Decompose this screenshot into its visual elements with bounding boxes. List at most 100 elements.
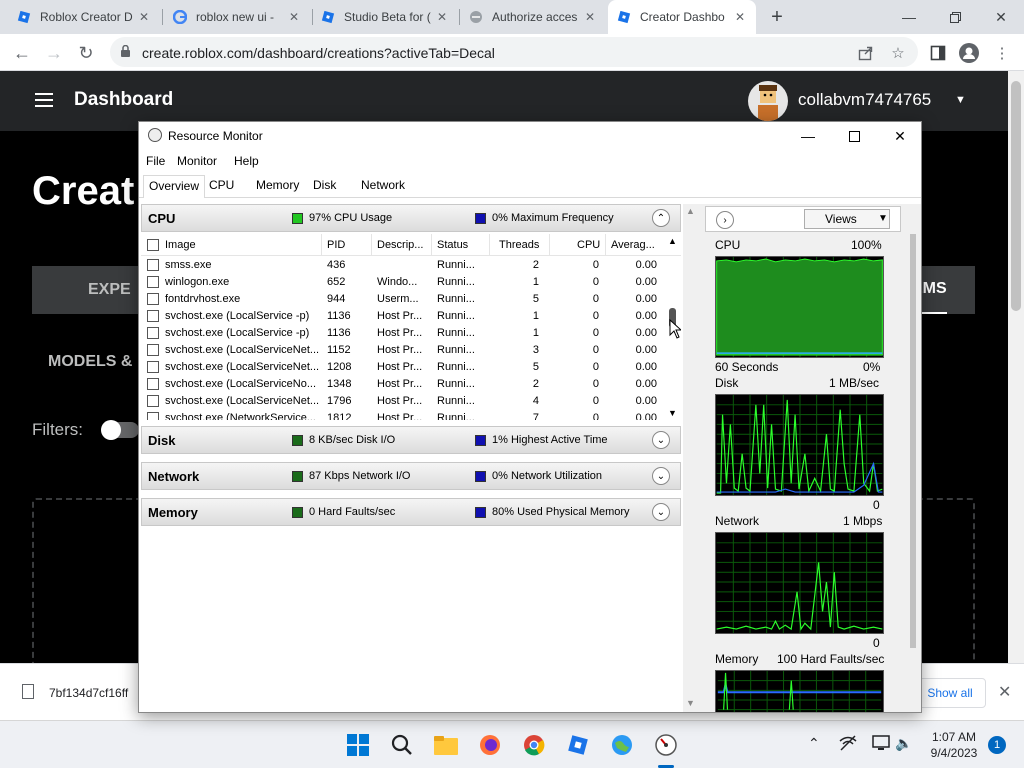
chrome-icon[interactable] xyxy=(518,729,550,761)
cpu-section-header[interactable]: CPU 97% CPU Usage 0% Maximum Frequency ⌃ xyxy=(141,204,681,232)
windows-start-icon[interactable] xyxy=(342,729,374,761)
table-row[interactable]: svchost.exe (LocalService -p) 1136 Host Pr… xyxy=(141,325,681,342)
network-section-header[interactable]: Network 87 Kbps Network I/O 0% Network U… xyxy=(141,462,681,490)
avatar[interactable] xyxy=(748,81,788,121)
scroll-down-icon[interactable]: ▼ xyxy=(686,698,695,708)
row-checkbox[interactable] xyxy=(147,327,159,339)
col-cpu[interactable]: CPU xyxy=(577,239,600,251)
resource-monitor-taskbar-icon[interactable] xyxy=(650,729,682,761)
expand-icon[interactable]: ⌄ xyxy=(652,431,670,449)
col-description[interactable]: Descrip... xyxy=(377,239,429,251)
row-checkbox[interactable] xyxy=(147,378,159,390)
filters-toggle[interactable] xyxy=(101,420,139,440)
scroll-up-icon[interactable]: ▲ xyxy=(686,206,695,216)
roblox-studio-icon[interactable] xyxy=(562,729,594,761)
tab-memory[interactable]: Memory xyxy=(256,178,299,192)
row-checkbox[interactable] xyxy=(147,293,159,305)
tab-network[interactable]: Network xyxy=(361,178,405,192)
overview-scrollbar[interactable]: ▲ ▼ xyxy=(683,204,697,712)
close-window-button[interactable]: ✕ xyxy=(978,0,1024,34)
firefox-icon[interactable] xyxy=(474,729,506,761)
menu-kebab-icon[interactable]: ⋮ xyxy=(992,43,1012,63)
dropdown-arrow-icon[interactable]: ▼ xyxy=(878,213,888,224)
restore-button[interactable] xyxy=(932,0,978,34)
search-icon[interactable] xyxy=(386,729,418,761)
side-panel-icon[interactable] xyxy=(928,43,948,63)
system-clock[interactable]: 1:07 AM 9/4/2023 xyxy=(922,729,986,761)
scroll-up-icon[interactable]: ▲ xyxy=(668,236,677,246)
table-row[interactable]: svchost.exe (LocalServiceNet... 1796 Host … xyxy=(141,393,681,410)
bookmark-star-icon[interactable]: ☆ xyxy=(888,43,908,63)
volume-icon[interactable]: 🔈 xyxy=(895,735,912,752)
tab-overview[interactable]: Overview xyxy=(143,175,206,198)
row-checkbox[interactable] xyxy=(147,259,159,271)
table-row[interactable]: svchost.exe (LocalService -p) 1136 Host Pr… xyxy=(141,308,681,325)
show-all-button[interactable]: Show all xyxy=(914,678,986,708)
share-icon[interactable] xyxy=(856,43,876,63)
forward-button[interactable]: → xyxy=(40,39,68,67)
col-status[interactable]: Status xyxy=(437,239,468,251)
file-explorer-icon[interactable] xyxy=(430,729,462,761)
profile-icon[interactable] xyxy=(959,43,979,63)
row-checkbox[interactable] xyxy=(147,344,159,356)
row-checkbox[interactable] xyxy=(147,276,159,288)
window-title-bar[interactable]: Resource Monitor — ✕ xyxy=(139,122,921,150)
close-icon[interactable]: ✕ xyxy=(732,9,748,25)
menu-help[interactable]: Help xyxy=(234,154,259,168)
scrollbar-thumb[interactable] xyxy=(910,234,916,648)
row-checkbox[interactable] xyxy=(147,412,159,420)
browser-tab-4[interactable]: Authorize acces ✕ xyxy=(460,0,606,34)
address-bar[interactable]: create.roblox.com/dashboard/creations?ac… xyxy=(110,37,918,67)
col-average-cpu[interactable]: Averag... xyxy=(611,239,661,251)
memory-section-header[interactable]: Memory 0 Hard Faults/sec 80% Used Physic… xyxy=(141,498,681,526)
browser-tab-2[interactable]: roblox new ui - ✕ xyxy=(164,0,310,34)
chevron-up-icon[interactable]: ⌃ xyxy=(808,735,820,752)
menu-file[interactable]: File xyxy=(146,154,165,168)
tab-models[interactable]: MODELS & xyxy=(48,353,132,371)
caret-down-icon[interactable]: ▼ xyxy=(955,94,966,106)
scroll-down-icon[interactable]: ▼ xyxy=(668,408,677,418)
page-scrollbar[interactable] xyxy=(1008,71,1024,663)
row-checkbox[interactable] xyxy=(147,395,159,407)
browser-tab-1[interactable]: Roblox Creator D ✕ xyxy=(8,0,160,34)
expand-icon[interactable]: ⌄ xyxy=(652,467,670,485)
maximize-button[interactable] xyxy=(831,122,877,150)
close-icon[interactable]: ✕ xyxy=(286,9,302,25)
table-row[interactable]: svchost.exe (LocalServiceNet... 1208 Host … xyxy=(141,359,681,376)
browser-tab-5-active[interactable]: Creator Dashbo ✕ xyxy=(608,0,756,34)
table-row[interactable]: svchost.exe (LocalServiceNet... 1152 Host … xyxy=(141,342,681,359)
display-icon[interactable] xyxy=(872,735,890,754)
globe-app-icon[interactable] xyxy=(606,729,638,761)
close-icon[interactable]: ✕ xyxy=(136,9,152,25)
close-icon[interactable]: ✕ xyxy=(434,9,450,25)
expand-icon[interactable]: ⌄ xyxy=(652,503,670,521)
browser-tab-3[interactable]: Studio Beta for ( ✕ xyxy=(312,0,458,34)
row-checkbox[interactable] xyxy=(147,361,159,373)
tab-experiences[interactable]: EXPE xyxy=(88,266,131,314)
col-image[interactable]: Image xyxy=(165,239,196,251)
close-icon[interactable]: ✕ xyxy=(582,9,598,25)
username[interactable]: collabvm7474765 xyxy=(798,90,931,110)
col-pid[interactable]: PID xyxy=(327,239,345,251)
graphs-scrollbar[interactable] xyxy=(907,234,919,710)
tab-cpu[interactable]: CPU xyxy=(209,178,234,192)
lock-icon[interactable] xyxy=(120,44,131,63)
notification-badge[interactable]: 1 xyxy=(988,736,1006,754)
reload-button[interactable]: ↻ xyxy=(72,39,100,67)
table-row[interactable]: svchost.exe (LocalServiceNo... 1348 Host P… xyxy=(141,376,681,393)
tab-disk[interactable]: Disk xyxy=(313,178,336,192)
row-checkbox[interactable] xyxy=(147,310,159,322)
menu-monitor[interactable]: Monitor xyxy=(177,154,217,168)
table-row[interactable]: svchost.exe (NetworkService... 1812 Host P… xyxy=(141,410,681,420)
scrollbar-thumb[interactable] xyxy=(1011,81,1021,311)
select-all-checkbox[interactable] xyxy=(147,239,159,251)
table-row[interactable]: winlogon.exe 652 Windo... Runni... 1 0 0.00 xyxy=(141,274,681,291)
table-row[interactable]: fontdrvhost.exe 944 Userm... Runni... 5 0 0.00 xyxy=(141,291,681,308)
back-button[interactable]: ← xyxy=(8,39,36,67)
network-icon[interactable] xyxy=(839,735,857,754)
close-icon[interactable]: ✕ xyxy=(998,682,1011,702)
minimize-button[interactable]: — xyxy=(886,0,932,34)
minimize-button[interactable]: — xyxy=(785,122,831,150)
expand-graphs-icon[interactable]: › xyxy=(716,211,734,229)
new-tab-button[interactable]: + xyxy=(765,5,789,29)
